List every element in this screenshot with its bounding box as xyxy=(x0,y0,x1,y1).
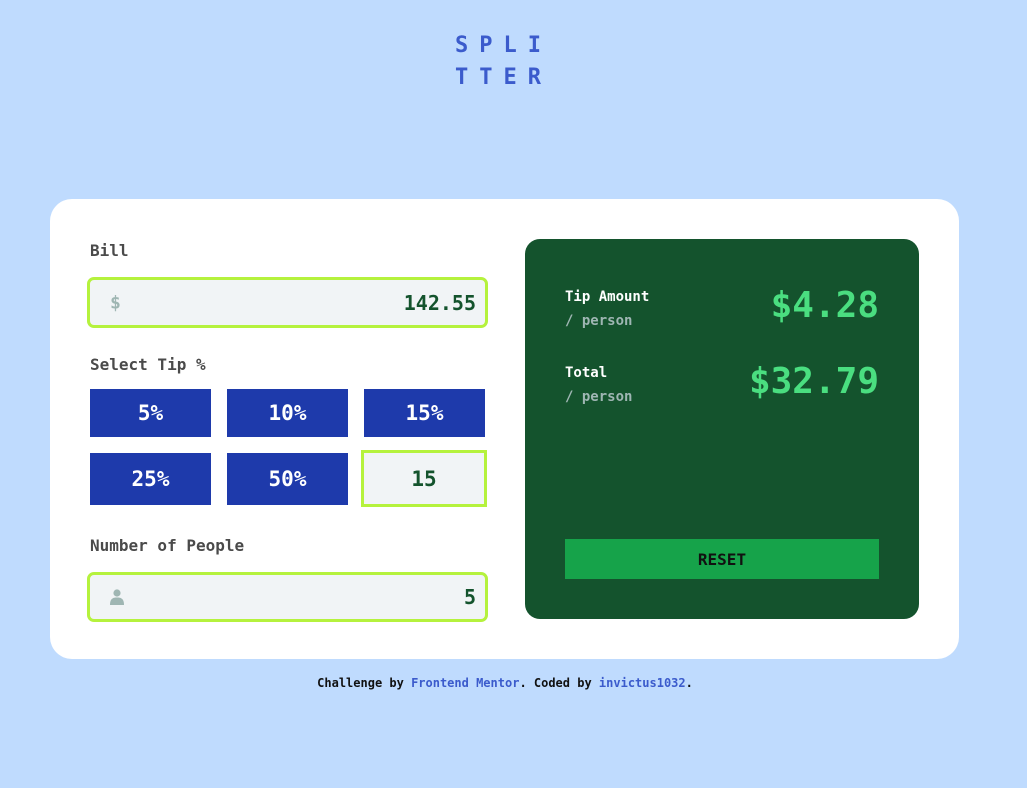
tip-amount-value: $4.28 xyxy=(770,285,879,326)
people-label: Number of People xyxy=(90,536,245,555)
tip-button-15[interactable]: 15% xyxy=(364,389,485,437)
attribution-footer: Challenge by Frontend Mentor. Coded by i… xyxy=(0,676,1010,690)
tip-button-25[interactable]: 25% xyxy=(90,453,211,505)
dollar-icon: $ xyxy=(110,292,121,313)
tip-amount-sub: / person xyxy=(565,313,633,329)
bill-label: Bill xyxy=(90,241,129,260)
reset-button[interactable]: RESET xyxy=(565,539,879,579)
results-panel: Tip Amount / person $4.28 Total / person… xyxy=(525,239,919,619)
bill-input[interactable]: $ 142.55 xyxy=(87,277,488,328)
bill-value: 142.55 xyxy=(403,290,476,315)
footer-suffix: . xyxy=(685,676,693,690)
footer-middle: . Coded by xyxy=(519,676,599,690)
tip-button-50[interactable]: 50% xyxy=(227,453,348,505)
people-value: 5 xyxy=(463,585,476,609)
author-link[interactable]: invictus1032 xyxy=(599,676,686,690)
logo-line-1: SPLI xyxy=(455,33,552,58)
footer-prefix: Challenge by xyxy=(317,676,412,690)
tip-custom-input[interactable]: 15 xyxy=(361,450,487,507)
total-label: Total xyxy=(565,365,608,381)
people-input[interactable]: 5 xyxy=(87,572,488,622)
total-value: $32.79 xyxy=(748,361,879,402)
app-logo: SPLI TTER xyxy=(455,30,552,94)
select-tip-label: Select Tip % xyxy=(90,355,206,374)
tip-amount-label: Tip Amount xyxy=(565,289,650,305)
tip-button-5[interactable]: 5% xyxy=(90,389,211,437)
calculator-card: Bill $ 142.55 Select Tip % 5% 10% 15% 25… xyxy=(50,199,959,659)
total-sub: / person xyxy=(565,389,633,405)
frontend-mentor-link[interactable]: Frontend Mentor xyxy=(411,676,519,690)
logo-line-2: TTER xyxy=(455,65,552,90)
tip-button-10[interactable]: 10% xyxy=(227,389,348,437)
person-icon xyxy=(110,589,124,609)
